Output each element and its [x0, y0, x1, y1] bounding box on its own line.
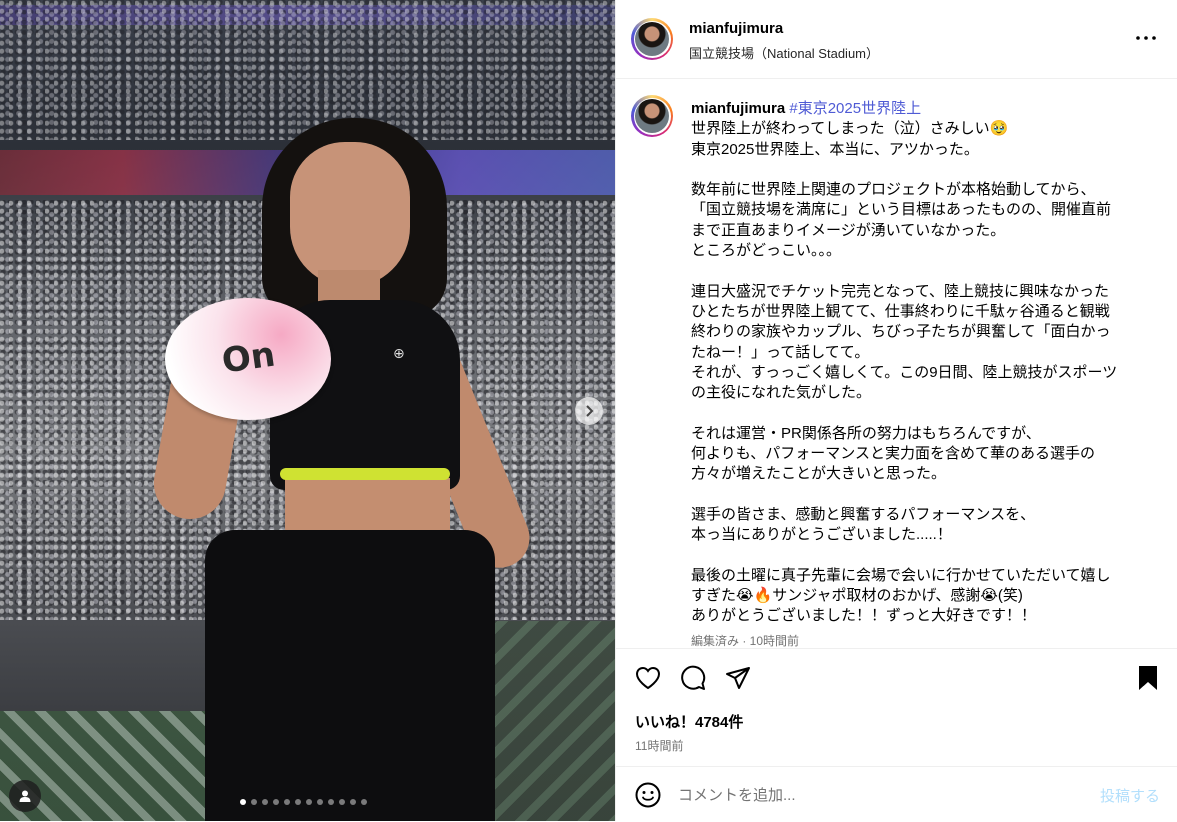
user-tag-icon — [19, 790, 31, 802]
save-button[interactable] — [1133, 663, 1163, 693]
crowd-background-upper — [0, 0, 615, 140]
emoji-button[interactable] — [633, 780, 663, 810]
avatar[interactable] — [631, 18, 673, 60]
carousel-next-button[interactable] — [575, 397, 603, 425]
comment-input[interactable] — [678, 784, 1078, 806]
header-username[interactable]: mianfujimura — [689, 20, 783, 37]
bookmark-icon — [1139, 666, 1157, 690]
carousel-dot — [273, 799, 279, 805]
more-icon — [1136, 36, 1156, 40]
post-time[interactable]: 11時間前 — [635, 737, 683, 754]
heart-icon — [635, 666, 661, 690]
carousel-dot — [240, 799, 246, 805]
emoji-icon — [635, 782, 661, 808]
post-location[interactable]: 国立競技場（National Stadium） — [689, 43, 879, 62]
carousel-dot — [339, 799, 345, 805]
share-button[interactable] — [723, 663, 753, 693]
caption-avatar[interactable] — [631, 95, 673, 137]
post-media[interactable]: ⊕ On — [0, 0, 615, 821]
caption-body: mianfujimura #東京2025世界陸上 世界陸上が終わってしまった（泣… — [691, 99, 1161, 627]
edited-timestamp: 編集済み · 10時間前 — [691, 634, 800, 647]
carousel-indicator — [240, 799, 367, 805]
carousel-dot — [317, 799, 323, 805]
like-button[interactable] — [633, 663, 663, 693]
action-bar: いいね！4784件 11時間前 — [616, 648, 1177, 767]
post-header: mianfujimura 国立競技場（National Stadium） — [616, 0, 1177, 79]
carousel-dot — [251, 799, 257, 805]
chevron-right-icon — [586, 405, 594, 417]
post-comment-button[interactable]: 投稿する — [1100, 785, 1160, 806]
like-count[interactable]: いいね！4784件 — [635, 711, 743, 732]
carousel-dot — [262, 799, 268, 805]
caption-username[interactable]: mianfujimura — [691, 100, 785, 117]
tagged-users-button[interactable] — [9, 780, 41, 812]
post-detail-panel: mianfujimura 国立競技場（National Stadium） mia… — [615, 0, 1177, 821]
fan-logo: On — [219, 334, 278, 382]
caption-hashtag[interactable]: #東京2025世界陸上 — [789, 100, 921, 117]
comment-bar: 投稿する — [616, 766, 1177, 822]
share-icon — [726, 667, 750, 689]
carousel-dot — [350, 799, 356, 805]
carousel-dot — [328, 799, 334, 805]
comment-icon — [681, 665, 706, 690]
carousel-dot — [306, 799, 312, 805]
carousel-dot — [284, 799, 290, 805]
more-options-button[interactable] — [1134, 28, 1158, 48]
caption-text: 世界陸上が終わってしまった（泣）さみしい🥹 東京2025世界陸上、本当に、アツか… — [691, 120, 1118, 625]
carousel-dot — [295, 799, 301, 805]
yellow-waistband — [280, 468, 450, 480]
caption-section: mianfujimura #東京2025世界陸上 世界陸上が終わってしまった（泣… — [616, 79, 1177, 647]
black-pants — [205, 530, 495, 821]
carousel-dot — [361, 799, 367, 805]
woman-face — [290, 142, 410, 287]
comment-button[interactable] — [678, 663, 708, 693]
crop-top-logo: ⊕ — [393, 345, 405, 361]
